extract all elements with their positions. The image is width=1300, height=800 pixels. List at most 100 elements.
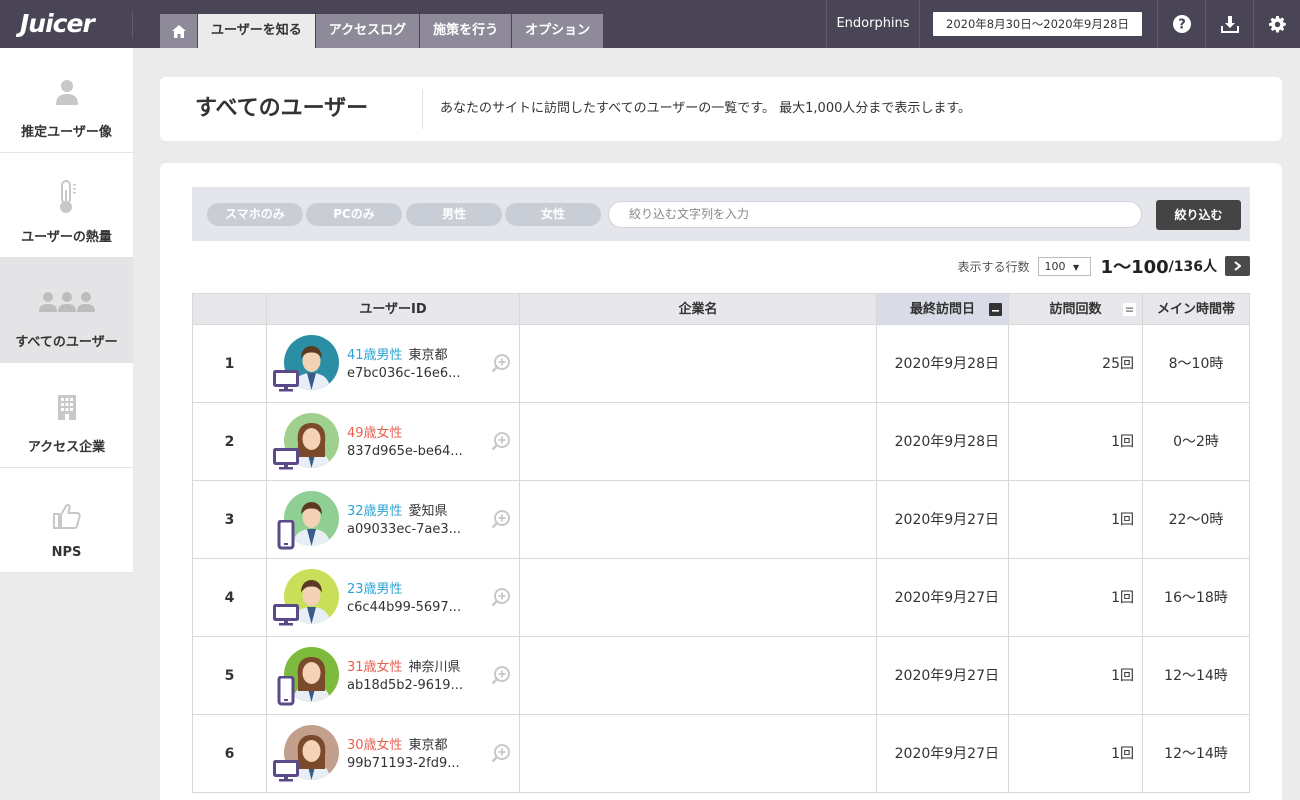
row-number: 4: [193, 559, 267, 637]
users-table: ユーザーID 企業名 最終訪問日 訪問回数 メイン時間帯 1 41歳男性 東京都 …: [192, 293, 1250, 793]
last-visit-date: 2020年9月27日: [877, 481, 1009, 559]
person-icon: [55, 67, 79, 117]
table-row[interactable]: 1 41歳男性 東京都 e7bc036c-16e6... 2020年9月28日 2…: [193, 325, 1250, 403]
user-prefecture: 東京都: [408, 348, 448, 363]
sidebar-item-all-users[interactable]: すべてのユーザー: [0, 258, 133, 363]
rows-per-page-select[interactable]: 100 ▼: [1037, 256, 1091, 276]
user-id[interactable]: a09033ec-7ae3...: [347, 522, 461, 537]
filter-search-input[interactable]: 絞り込む文字列を入力: [608, 201, 1142, 228]
pc-icon: [273, 604, 299, 630]
sidebar-item-nps[interactable]: NPS: [0, 468, 133, 573]
sidebar-item-label: アクセス企業: [27, 440, 106, 455]
logo[interactable]: Juicer: [20, 9, 130, 39]
page-description: あなたのサイトに訪問したすべてのユーザーの一覧です。 最大1,000人分まで表示…: [440, 101, 972, 116]
settings-button[interactable]: [1253, 0, 1300, 48]
user-cell[interactable]: 32歳男性 愛知県 a09033ec-7ae3...: [267, 481, 520, 559]
user-profile: 31歳女性 神奈川県: [347, 656, 461, 675]
main-time-slot: 12〜14時: [1143, 637, 1250, 715]
table-body: 1 41歳男性 東京都 e7bc036c-16e6... 2020年9月28日 2…: [193, 325, 1250, 793]
user-age-gender: 30歳女性: [347, 738, 403, 753]
column-header-visits[interactable]: 訪問回数: [1009, 294, 1143, 325]
main-time-slot: 0〜2時: [1143, 403, 1250, 481]
zoom-in-icon[interactable]: [491, 431, 511, 451]
user-cell[interactable]: 23歳男性 c6c44b99-5697...: [267, 559, 520, 637]
user-id[interactable]: ab18d5b2-9619...: [347, 678, 463, 693]
visit-count: 1回: [1009, 715, 1143, 793]
download-icon: [1220, 16, 1239, 33]
last-visit-date: 2020年9月28日: [877, 325, 1009, 403]
user-prefecture: 神奈川県: [408, 660, 461, 675]
divider: [422, 89, 423, 129]
pager: 表示する行数 100 ▼ 1〜100 /136人: [958, 255, 1250, 278]
zoom-in-icon[interactable]: [491, 743, 511, 763]
sidebar-item-label: 推定ユーザー像: [21, 125, 112, 140]
building-icon: [57, 382, 77, 432]
sidebar-item-estimated-persona[interactable]: 推定ユーザー像: [0, 48, 133, 153]
visit-count: 1回: [1009, 559, 1143, 637]
row-number: 5: [193, 637, 267, 715]
nav-tab-access-log[interactable]: アクセスログ: [315, 14, 420, 48]
table-row[interactable]: 6 30歳女性 東京都 99b71193-2fd9... 2020年9月27日 1…: [193, 715, 1250, 793]
company-cell: [520, 637, 877, 715]
sidebar-item-user-heat[interactable]: ユーザーの熱量: [0, 153, 133, 258]
table-row[interactable]: 2 49歳女性 837d965e-be64... 2020年9月28日 1回 0…: [193, 403, 1250, 481]
column-header-last-visit[interactable]: 最終訪問日: [877, 294, 1009, 325]
filter-chip-smartphone[interactable]: スマホのみ: [207, 203, 303, 226]
last-visit-date: 2020年9月27日: [877, 559, 1009, 637]
column-header-label: 最終訪問日: [909, 302, 975, 317]
date-range-picker[interactable]: 2020年8月30日〜2020年9月28日: [933, 12, 1142, 36]
user-age-gender: 49歳女性: [347, 426, 403, 441]
user-id[interactable]: c6c44b99-5697...: [347, 600, 461, 615]
column-header-label: 訪問回数: [1049, 302, 1102, 317]
company-cell: [520, 403, 877, 481]
user-cell[interactable]: 31歳女性 神奈川県 ab18d5b2-9619...: [267, 637, 520, 715]
table-row[interactable]: 4 23歳男性 c6c44b99-5697... 2020年9月27日 1回 1…: [193, 559, 1250, 637]
table-row[interactable]: 5 31歳女性 神奈川県 ab18d5b2-9619... 2020年9月27日 …: [193, 637, 1250, 715]
user-profile: 30歳女性 東京都: [347, 734, 448, 753]
nav-tab-know-users[interactable]: ユーザーを知る: [198, 14, 315, 48]
row-number: 2: [193, 403, 267, 481]
row-number: 6: [193, 715, 267, 793]
sort-icon[interactable]: [1123, 303, 1136, 316]
divider: [132, 12, 133, 38]
column-header-main-time[interactable]: メイン時間帯: [1143, 294, 1250, 325]
site-selector[interactable]: Endorphins: [826, 0, 920, 48]
next-page-button[interactable]: [1225, 256, 1250, 276]
help-button[interactable]: ?: [1157, 0, 1205, 48]
zoom-in-icon[interactable]: [491, 665, 511, 685]
user-id[interactable]: 837d965e-be64...: [347, 444, 463, 459]
user-age-gender: 23歳男性: [347, 582, 403, 597]
nav-tab-options[interactable]: オプション: [512, 14, 604, 48]
user-cell[interactable]: 30歳女性 東京都 99b71193-2fd9...: [267, 715, 520, 793]
page-range: 1〜100: [1100, 257, 1169, 278]
visit-count: 1回: [1009, 403, 1143, 481]
smartphone-icon: [273, 519, 299, 554]
home-button[interactable]: [160, 14, 197, 48]
filter-chip-male[interactable]: 男性: [406, 203, 502, 226]
user-cell[interactable]: 41歳男性 東京都 e7bc036c-16e6...: [267, 325, 520, 403]
filter-button[interactable]: 絞り込む: [1156, 200, 1241, 230]
pc-icon: [273, 760, 299, 786]
user-id[interactable]: e7bc036c-16e6...: [347, 366, 461, 381]
user-cell[interactable]: 49歳女性 837d965e-be64...: [267, 403, 520, 481]
column-header-company[interactable]: 企業名: [520, 294, 877, 325]
zoom-in-icon[interactable]: [491, 353, 511, 373]
top-bar: Juicer ユーザーを知る アクセスログ 施策を行う オプション Endorp…: [0, 0, 1300, 48]
user-prefecture: 愛知県: [408, 504, 448, 519]
zoom-in-icon[interactable]: [491, 587, 511, 607]
main-time-slot: 8〜10時: [1143, 325, 1250, 403]
last-visit-date: 2020年9月27日: [877, 715, 1009, 793]
zoom-in-icon[interactable]: [491, 509, 511, 529]
sort-desc-icon[interactable]: [989, 303, 1002, 316]
filter-chip-female[interactable]: 女性: [505, 203, 601, 226]
user-id[interactable]: 99b71193-2fd9...: [347, 756, 460, 771]
filter-chip-pc[interactable]: PCのみ: [306, 203, 402, 226]
nav-tab-actions[interactable]: 施策を行う: [420, 14, 512, 48]
pc-icon: [273, 370, 299, 396]
download-button[interactable]: [1205, 0, 1253, 48]
table-row[interactable]: 3 32歳男性 愛知県 a09033ec-7ae3... 2020年9月27日 1…: [193, 481, 1250, 559]
sidebar-item-access-companies[interactable]: アクセス企業: [0, 363, 133, 468]
column-header-user-id[interactable]: ユーザーID: [267, 294, 520, 325]
user-age-gender: 31歳女性: [347, 660, 403, 675]
last-visit-date: 2020年9月28日: [877, 403, 1009, 481]
